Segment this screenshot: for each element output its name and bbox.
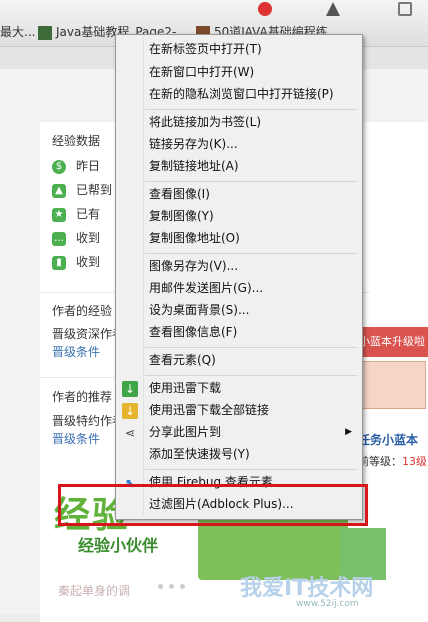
menu-item-label: 使用迅雷下载 bbox=[149, 381, 222, 395]
menu-item-copy-image[interactable]: 复制图像(Y) bbox=[116, 206, 362, 227]
menu-item-copy-link[interactable]: 复制链接地址(A) bbox=[116, 156, 362, 177]
bookmark-label: 最大... bbox=[0, 25, 36, 39]
menu-item-inspect-element[interactable]: 查看元素(Q) bbox=[116, 350, 362, 371]
menu-separator bbox=[145, 347, 357, 348]
addon-icon[interactable] bbox=[258, 2, 272, 16]
browser-toolbar-icons bbox=[0, 0, 428, 20]
context-menu: 在新标签页中打开(T) 在新窗口中打开(W) 在新的隐私浏览窗口中打开链接(P)… bbox=[115, 34, 363, 520]
menu-separator bbox=[145, 253, 357, 254]
menu-item-view-image[interactable]: 查看图像(I) bbox=[116, 184, 362, 205]
comment-icon: … bbox=[52, 231, 66, 246]
level-label: 前等级： bbox=[358, 455, 402, 468]
thunder-icon: ↓ bbox=[122, 381, 138, 397]
thumbs-up-icon: ▲ bbox=[52, 183, 66, 198]
stat-label: 收到 bbox=[76, 231, 101, 245]
upgrade-condition-link[interactable]: 晋级条件 bbox=[52, 343, 100, 361]
share-icon: ⋖ bbox=[124, 426, 136, 440]
highlight-box bbox=[58, 484, 368, 526]
menu-item-email-image[interactable]: 用邮件发送图片(G)... bbox=[116, 278, 362, 299]
bookmark-item-1[interactable]: 最大... bbox=[0, 22, 35, 42]
watermark-text: 我爱IT技术网 bbox=[240, 576, 374, 601]
upgrade-text: 晋级资深作者 bbox=[52, 327, 125, 341]
menu-item-save-image[interactable]: 图像另存为(V)... bbox=[116, 256, 362, 277]
book-icon bbox=[360, 361, 426, 409]
special-condition-link[interactable]: 晋级条件 bbox=[52, 430, 100, 448]
bar-chart-icon: ▮ bbox=[52, 255, 66, 270]
menu-separator bbox=[145, 181, 357, 182]
menu-item-open-new-tab[interactable]: 在新标签页中打开(T) bbox=[116, 39, 362, 60]
menu-item-label: 使用迅雷下载全部链接 bbox=[149, 403, 270, 417]
submenu-arrow-icon: ▶ bbox=[345, 427, 352, 437]
menu-item-open-private[interactable]: 在新的隐私浏览窗口中打开链接(P) bbox=[116, 84, 362, 105]
author-rec-title: 作者的推荐 bbox=[52, 390, 113, 404]
bookmark-favicon-icon bbox=[38, 25, 52, 40]
stat-row-5: ▮ 收到 bbox=[52, 253, 100, 271]
ad-banner-text: 小蓝本升级啦 bbox=[356, 327, 428, 357]
menu-item-copy-image-address[interactable]: 复制图像地址(O) bbox=[116, 228, 362, 249]
author-exp-title: 作者的经验 bbox=[52, 304, 113, 318]
menu-item-share-image[interactable]: ⋖ 分享此图片到 ▶ bbox=[116, 422, 362, 443]
watermark-url: www.52ij.com bbox=[296, 599, 359, 609]
menu-item-label: 分享此图片到 bbox=[149, 425, 222, 439]
upgrade-line: 晋级资深作者 bbox=[52, 325, 124, 343]
stat-row-2: ▲ 已帮到 bbox=[52, 181, 112, 199]
author-name: 秦起单身的调 bbox=[58, 584, 131, 598]
menu-separator bbox=[145, 469, 357, 470]
stat-row-4: … 收到 bbox=[52, 229, 100, 247]
menu-item-set-background[interactable]: 设为桌面背景(S)... bbox=[116, 300, 362, 321]
thunder-all-icon: ↓ bbox=[122, 403, 138, 419]
star-icon: ★ bbox=[52, 207, 66, 222]
ad-level: 前等级：13级 bbox=[358, 453, 427, 469]
menu-item-bookmark-link[interactable]: 将此链接加为书签(L) bbox=[116, 112, 362, 133]
menu-separator bbox=[145, 375, 357, 376]
stat-row-3: ★ 已有 bbox=[52, 205, 100, 223]
special-author-line: 晋级特约作者 bbox=[52, 412, 124, 430]
experience-title: 经验数据 bbox=[52, 134, 101, 148]
stat-label: 已帮到 bbox=[76, 183, 113, 197]
dollar-icon: $ bbox=[52, 159, 66, 174]
menu-item-speed-dial[interactable]: 添加至快速拨号(Y) bbox=[116, 444, 362, 465]
menu-separator bbox=[145, 109, 357, 110]
stat-row-1: $ 昨日 bbox=[52, 157, 100, 175]
level-value: 13级 bbox=[402, 455, 427, 468]
stat-label: 已有 bbox=[76, 207, 101, 221]
right-ad[interactable]: 小蓝本升级啦 任务小蓝本 前等级：13级 bbox=[356, 327, 428, 497]
menu-item-open-new-window[interactable]: 在新窗口中打开(W) bbox=[116, 62, 362, 83]
stat-label: 收到 bbox=[76, 255, 101, 269]
ad-title: 任务小蓝本 bbox=[358, 433, 419, 447]
stat-label: 昨日 bbox=[76, 159, 101, 173]
menu-item-image-info[interactable]: 查看图像信息(F) bbox=[116, 322, 362, 343]
pocket-icon[interactable] bbox=[326, 2, 340, 16]
banner-subtitle: 经验小伙伴 bbox=[78, 536, 159, 555]
menu-item-thunder-download[interactable]: ↓ 使用迅雷下载 bbox=[116, 378, 362, 399]
menu-icon[interactable] bbox=[398, 2, 412, 16]
special-author-text: 晋级特约作者 bbox=[52, 414, 125, 428]
menu-item-thunder-download-all[interactable]: ↓ 使用迅雷下载全部链接 bbox=[116, 400, 362, 421]
carousel-dots[interactable] bbox=[158, 578, 198, 589]
menu-item-save-link[interactable]: 链接另存为(K)... bbox=[116, 134, 362, 155]
